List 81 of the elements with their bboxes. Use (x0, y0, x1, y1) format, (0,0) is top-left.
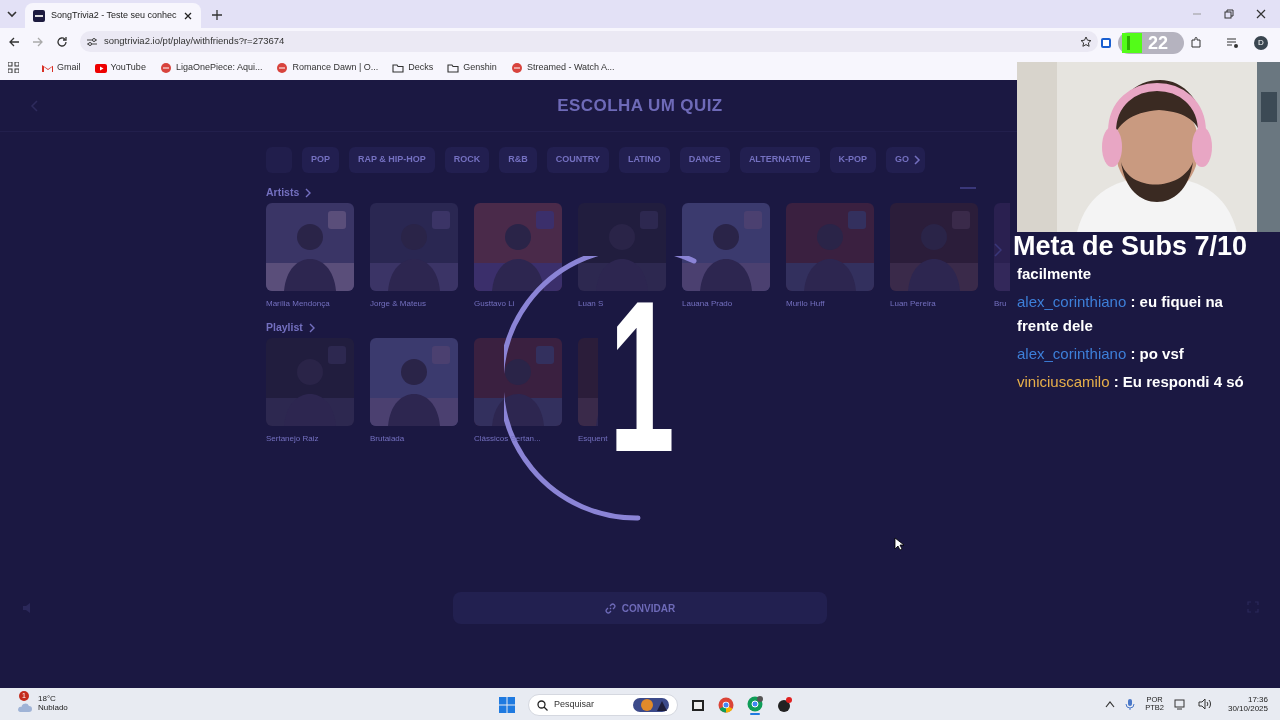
weather-condition: Nublado (38, 704, 68, 713)
card-label: Luan S (578, 298, 604, 310)
bookmark[interactable]: Gmail (41, 60, 81, 75)
media-controls-icon[interactable] (1226, 37, 1240, 49)
chat-message: alex_corinthiano : eu fiquei na frente dele (1016, 291, 1224, 336)
bookmark[interactable]: Romance Dawn | O... (276, 60, 379, 75)
genre-chip[interactable]: COUNTRY (546, 147, 610, 173)
genre-chip[interactable]: GO (886, 147, 926, 173)
chat-message: facilmente (1016, 263, 1093, 284)
close-icon[interactable] (182, 10, 193, 21)
clock[interactable]: 17:36 30/10/2025 (1227, 694, 1268, 714)
section-title: Artists (266, 185, 300, 201)
card-label: Bru (994, 298, 1007, 310)
tab-title: SongTrivia2 - Teste seu conhec (51, 8, 177, 22)
pager-indicator (960, 187, 976, 189)
weather-widget[interactable]: 18°C Nublado (38, 695, 68, 713)
card-label: Sertanejo Raiz (266, 433, 319, 445)
browser-tab[interactable]: SongTrivia2 - Teste seu conhec (25, 3, 201, 28)
bookmark[interactable]: LigaOnePiece: Aqui... (159, 60, 263, 75)
chevron-right-icon[interactable] (305, 188, 312, 198)
card-label: Marília Mendonça (266, 298, 330, 310)
forward-icon (32, 35, 44, 48)
network-icon[interactable] (1173, 698, 1188, 710)
temperature: 18°C (38, 695, 57, 704)
new-tab-icon[interactable] (210, 9, 223, 21)
card-label: Murilo Huff (786, 298, 825, 310)
link-icon (604, 602, 616, 614)
countdown-number: 1 (609, 300, 675, 455)
search-icon (537, 699, 548, 711)
bookmark[interactable]: Decks (392, 60, 434, 75)
close-icon[interactable] (1256, 9, 1266, 19)
page-title: ESCOLHA UM QUIZ (557, 94, 723, 117)
genre-chip[interactable]: ROCK (444, 147, 490, 173)
task-view-icon[interactable] (690, 697, 706, 713)
card-label: Gusttavo Li (474, 298, 515, 310)
search-highlight-icon (633, 697, 669, 713)
subscriber-goal: Meta de Subs 7/10 (1013, 232, 1249, 262)
microphone-icon[interactable] (1125, 698, 1136, 710)
section-title: Playlist (266, 320, 303, 336)
search-button[interactable]: Pesquisar (528, 694, 678, 716)
chat-message: viniciuscamilo : Eu respondi 4 só (1016, 371, 1245, 392)
caret-up-icon[interactable] (1105, 700, 1116, 708)
genre-chip[interactable]: RAP & HIP-HOP (349, 147, 435, 173)
chevron-right-icon[interactable] (308, 323, 315, 333)
start-icon[interactable] (498, 696, 516, 714)
folder-icon (447, 61, 460, 74)
genre-chip[interactable]: POP (302, 147, 339, 173)
bookmark[interactable]: YouTube (94, 60, 146, 75)
mouse-cursor-icon (894, 537, 904, 551)
apps-grid-icon[interactable] (8, 62, 19, 73)
card-label: Lauana Prado (682, 298, 733, 310)
chrome-profile-icon[interactable] (746, 695, 764, 715)
bookmark[interactable]: Genshin (447, 60, 497, 75)
card-label: Luan Pereira (890, 298, 936, 310)
site-settings-icon[interactable] (86, 35, 98, 48)
restore-icon[interactable] (1224, 9, 1234, 19)
address-bar[interactable]: songtrivia2.io/pt/play/withfriends?r=273674 (80, 31, 1098, 52)
app-icon[interactable] (776, 697, 792, 713)
star-icon[interactable] (1080, 35, 1092, 48)
chat-message: alex_corinthiano : po vsf (1016, 343, 1185, 364)
reload-icon[interactable] (56, 35, 68, 48)
globe-icon (510, 61, 523, 74)
viewer-count-badge: 22 (1118, 32, 1184, 54)
globe-icon (276, 61, 289, 74)
chrome-icon[interactable] (718, 697, 734, 713)
card-label: Jorge & Mateus (370, 298, 427, 310)
bookmark[interactable]: Streamed - Watch A... (510, 60, 615, 75)
folder-icon (392, 61, 405, 74)
genre-chip[interactable]: K-POP (829, 147, 877, 173)
extension-icon[interactable] (1100, 37, 1112, 49)
card-label: Brutaiada (370, 433, 405, 445)
genre-chip[interactable]: DANCE (679, 147, 730, 173)
chevron-right-icon[interactable] (913, 155, 922, 165)
back-icon[interactable] (8, 35, 20, 48)
card-label: Esquent (578, 433, 608, 445)
volume-icon[interactable] (1197, 698, 1212, 710)
url-text: songtrivia2.io/pt/play/withfriends?r=273674 (104, 34, 286, 49)
globe-icon (159, 61, 172, 74)
site-icon (33, 9, 45, 22)
play-icon (94, 61, 107, 74)
k-logo-icon (1122, 33, 1142, 53)
